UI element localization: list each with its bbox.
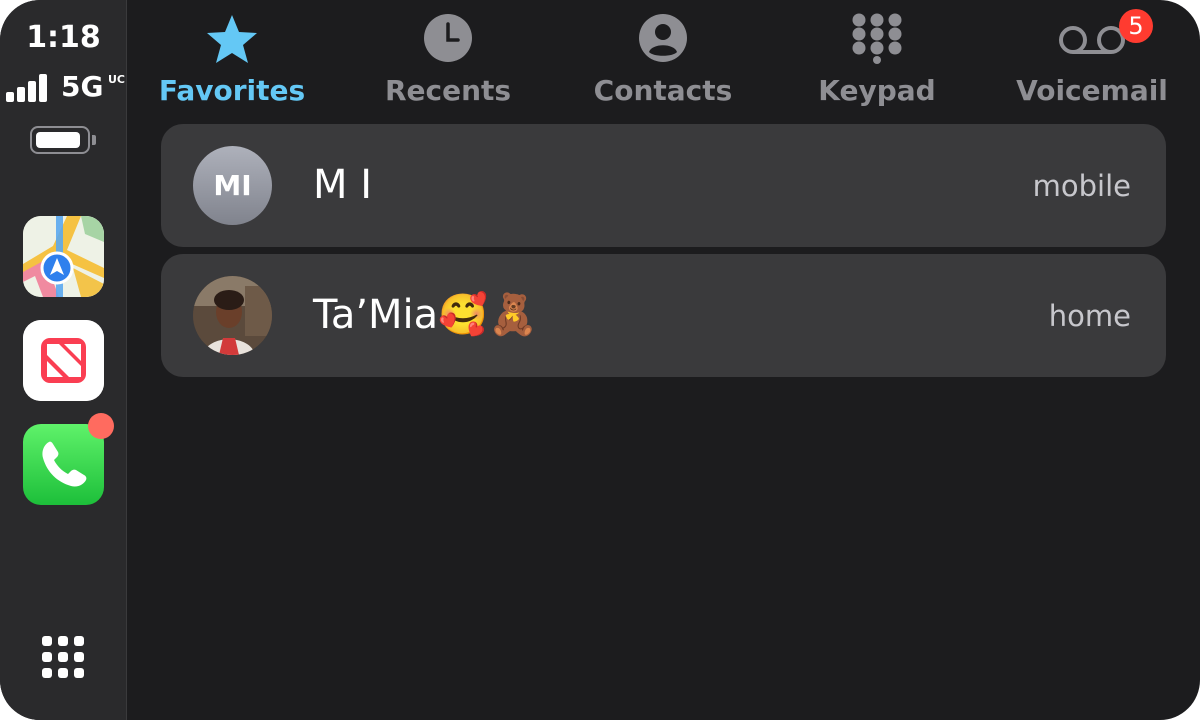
tab-keypad-label: Keypad	[818, 74, 936, 107]
avatar-photo	[193, 276, 272, 355]
maps-app-icon[interactable]	[23, 216, 104, 297]
favorite-row[interactable]: Ta’Mia🥰🧸 home	[161, 254, 1166, 377]
news-app-icon[interactable]	[23, 320, 104, 401]
contact-name: M I	[313, 162, 373, 208]
voicemail-icon	[1059, 26, 1125, 54]
tab-contacts[interactable]: Contacts	[578, 0, 748, 118]
tab-voicemail-label: Voicemail	[1016, 74, 1168, 107]
signal-strength-icon	[6, 74, 56, 102]
tab-recents-label: Recents	[384, 74, 512, 107]
clock-icon	[424, 14, 472, 62]
contact-name: Ta’Mia🥰🧸	[313, 292, 538, 338]
tab-recents[interactable]: Recents	[363, 0, 533, 118]
tab-bar: Favorites Recents Contacts Keypad Voicem…	[127, 0, 1200, 120]
tab-favorites[interactable]: Favorites	[147, 0, 317, 118]
favorite-row[interactable]: MI M I mobile	[161, 124, 1166, 247]
app-grid-icon[interactable]	[42, 636, 84, 678]
star-icon	[207, 15, 257, 63]
keypad-icon	[852, 13, 902, 64]
voicemail-count-badge: 5	[1119, 9, 1153, 43]
tab-voicemail[interactable]: Voicemail	[1007, 0, 1177, 118]
network-suffix: UC	[108, 73, 126, 86]
phone-app-icon[interactable]	[23, 424, 104, 505]
tab-contacts-label: Contacts	[593, 74, 733, 107]
tab-favorites-label: Favorites	[158, 74, 306, 107]
phone-notification-badge	[88, 413, 114, 439]
phone-type: home	[1048, 299, 1131, 333]
sidebar: 1:18 5G UC	[0, 0, 127, 720]
carplay-screen: 1:18 5G UC Favorites Recents Contacts Ke…	[0, 0, 1200, 720]
status-time: 1:18	[26, 20, 101, 55]
person-icon	[639, 14, 687, 62]
phone-type: mobile	[1032, 169, 1131, 203]
avatar: MI	[193, 146, 272, 225]
tab-keypad[interactable]: Keypad	[792, 0, 962, 118]
battery-icon	[30, 126, 96, 154]
network-type: 5G	[61, 70, 104, 103]
